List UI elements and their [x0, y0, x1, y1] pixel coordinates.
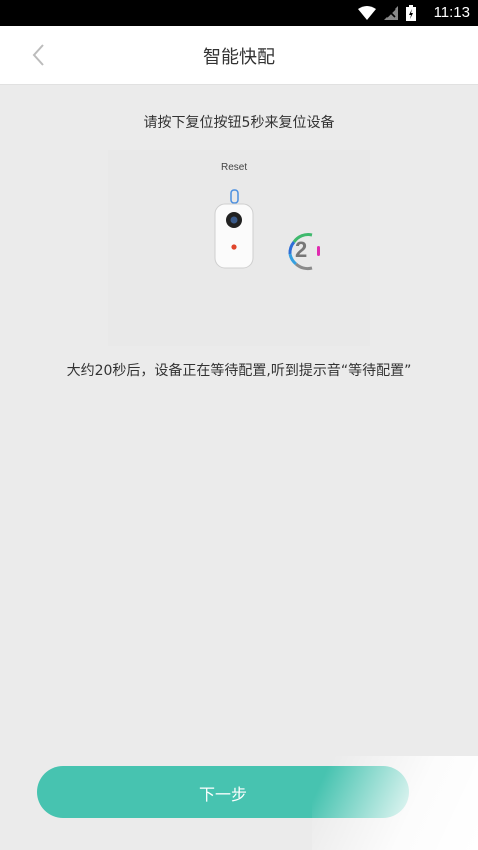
status-time: 11:13 [433, 4, 470, 21]
page-title: 智能快配 [203, 47, 275, 68]
battery-icon [406, 5, 416, 21]
next-button[interactable]: 下一步 [37, 766, 409, 818]
next-button-area: 下一步 [0, 756, 478, 850]
device-illustration [214, 189, 320, 271]
status-bar: 11:13 [0, 0, 478, 26]
app-header: 智能快配 [0, 26, 478, 85]
instruction-reset: 请按下复位按钮5秒来复位设备 [143, 115, 335, 131]
signal-icon [384, 6, 398, 20]
instruction-wait: 大约20秒后，设备正在等待配置,听到提示音“等待配置” [66, 363, 412, 379]
reset-illustration: Reset 2 [108, 150, 370, 346]
wifi-icon [358, 6, 376, 20]
countdown-number: 2 [295, 237, 308, 262]
next-button-label: 下一步 [198, 785, 247, 804]
status-icons [358, 5, 416, 21]
